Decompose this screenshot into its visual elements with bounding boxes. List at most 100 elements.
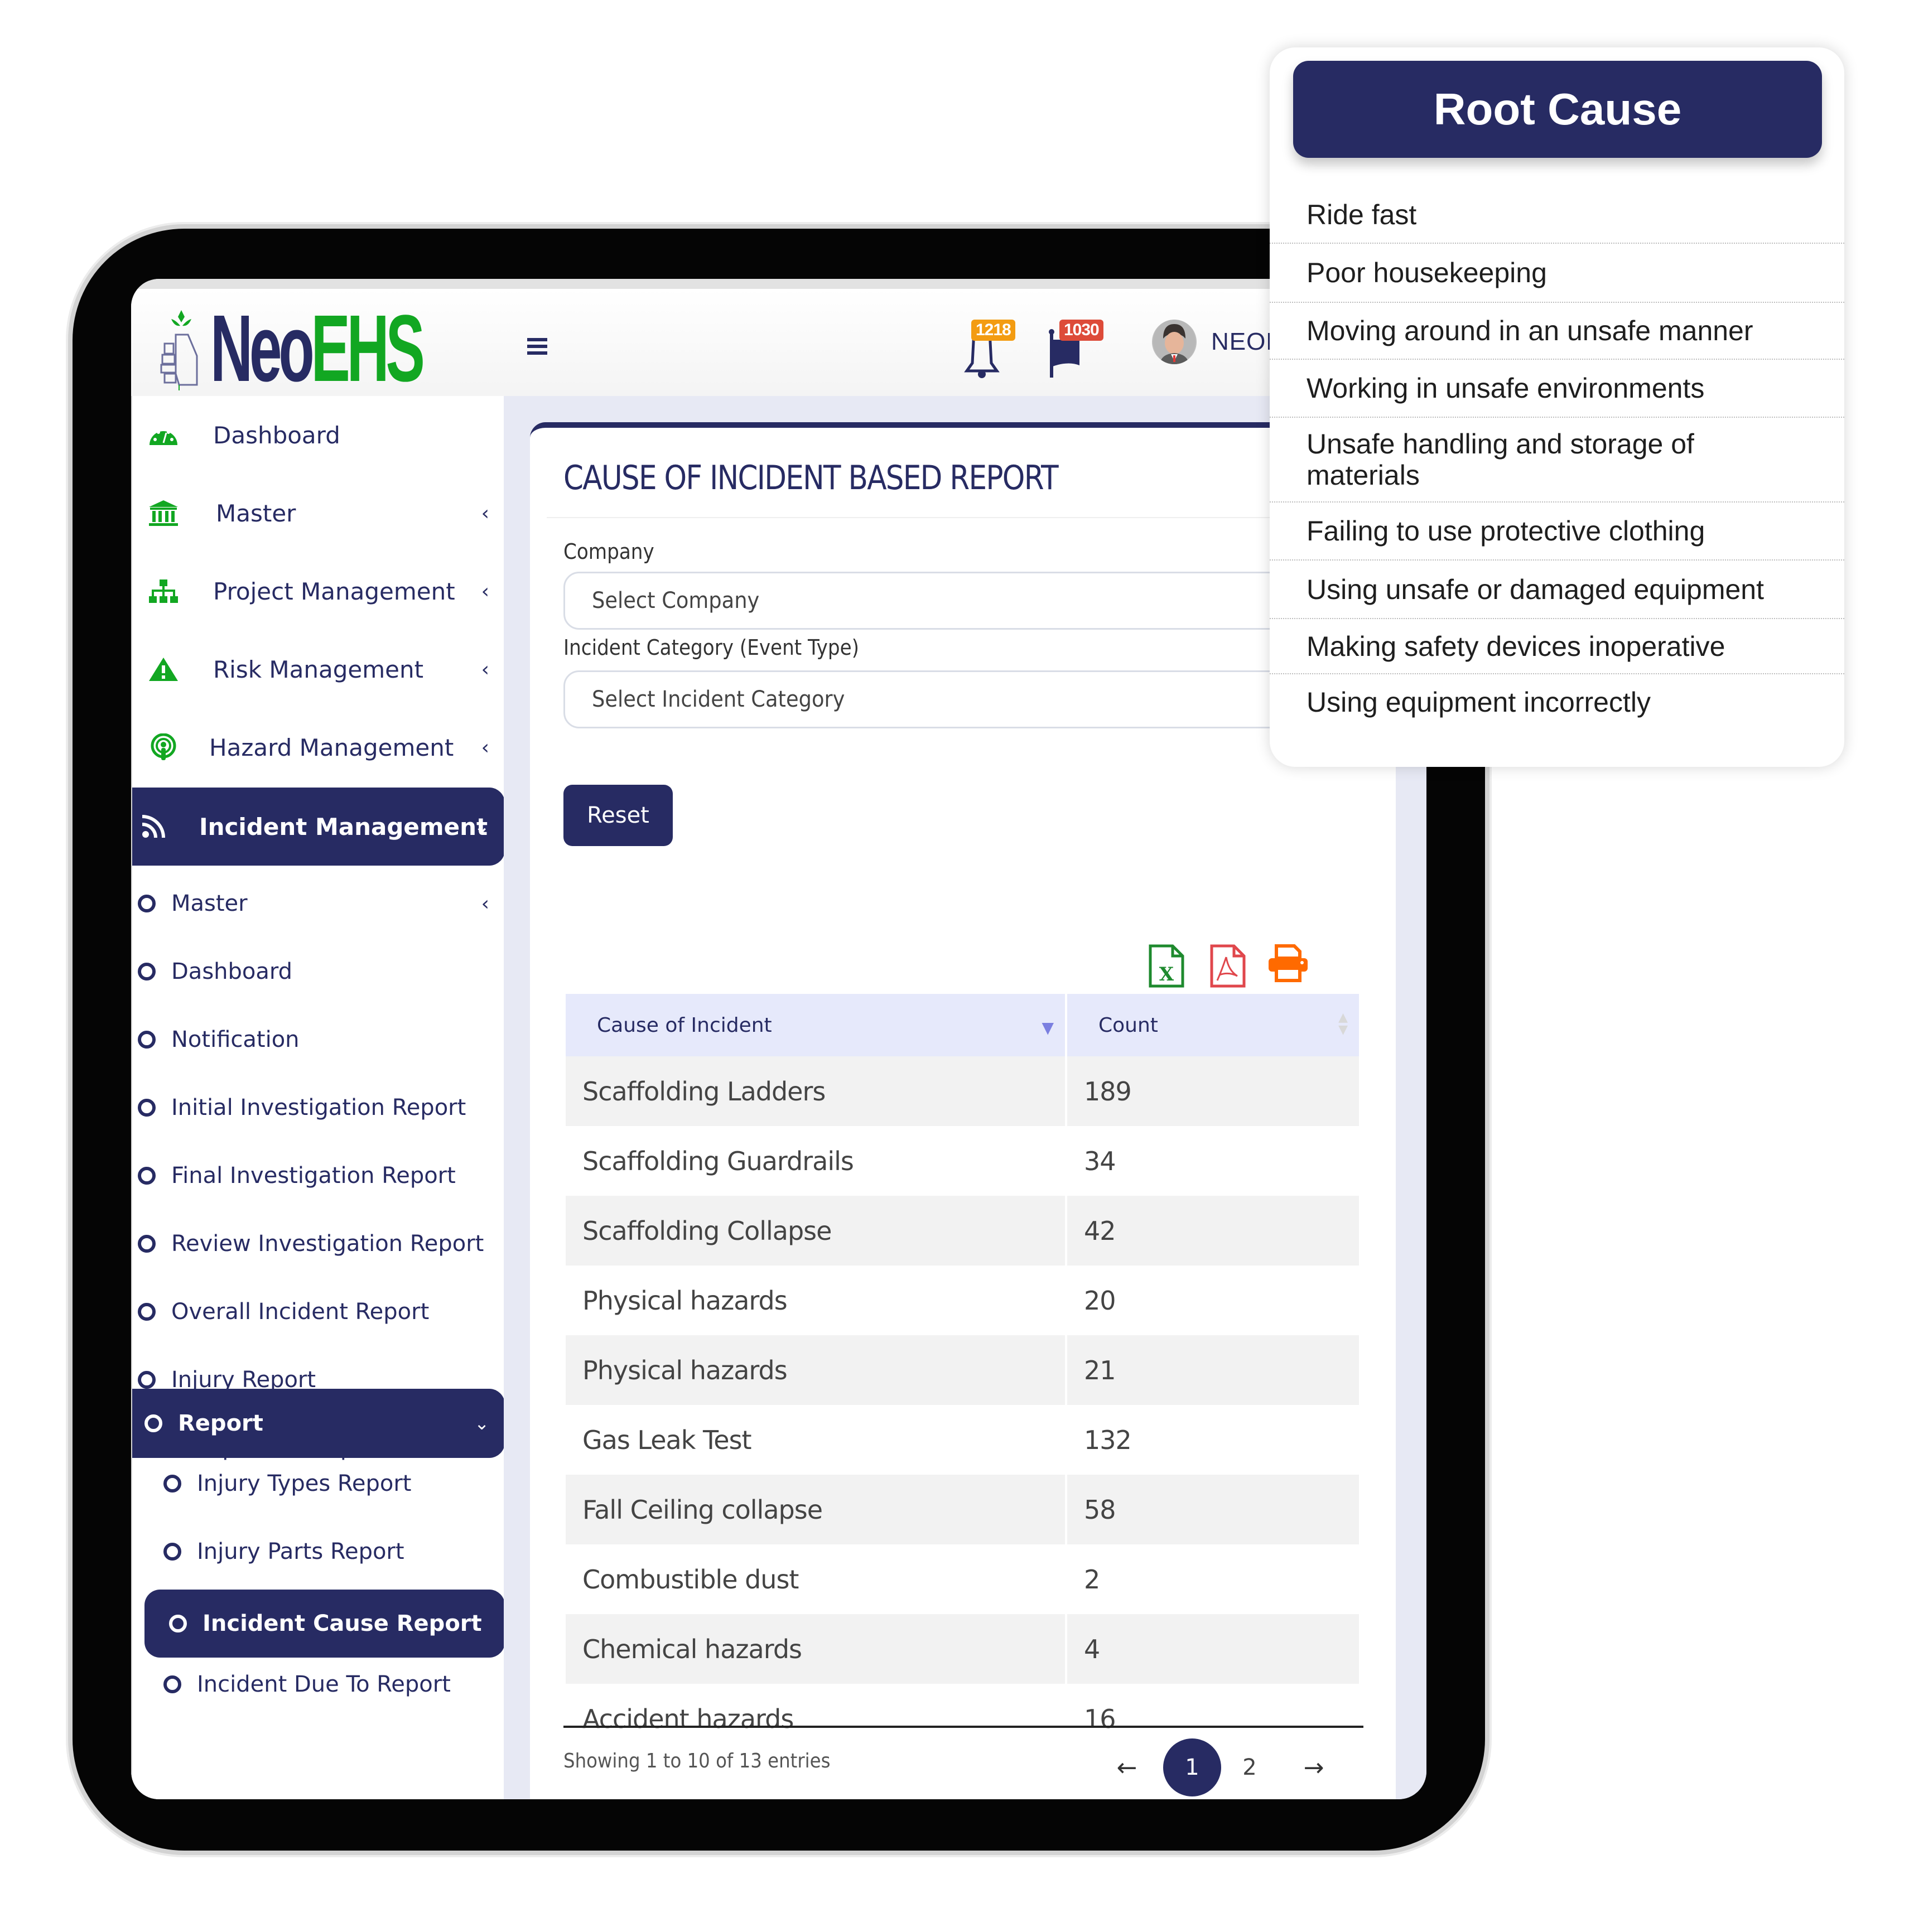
podcast-icon	[148, 732, 179, 763]
circle-icon	[138, 1099, 156, 1117]
sidebar-subitem-label: Final Investigation Report	[171, 1163, 456, 1189]
count-cell: 2	[1067, 1544, 1359, 1614]
count-cell: 58	[1067, 1475, 1359, 1544]
rss-icon	[138, 811, 169, 842]
pdf-export-button[interactable]	[1209, 944, 1246, 988]
root-cause-item: Moving around in an unsafe manner	[1270, 303, 1844, 360]
circle-icon	[163, 1675, 181, 1693]
pagination-next[interactable]: →	[1297, 1738, 1330, 1796]
sidebar-subitem[interactable]: Injury Types Report	[132, 1456, 505, 1511]
root-cause-item: Unsafe handling and storage of materials	[1270, 418, 1844, 503]
sort-both-icon: ▲ ▼	[1338, 1011, 1348, 1037]
flags-button[interactable]: 1030	[1046, 320, 1103, 381]
chevron-down-icon: ⌄	[474, 816, 489, 837]
circle-icon	[138, 1031, 156, 1049]
root-cause-item: Poor housekeeping	[1270, 244, 1844, 303]
table-row: Physical hazards 21	[566, 1335, 1359, 1405]
sidebar-subitem-label: Injury Types Report	[197, 1471, 412, 1496]
sidebar-subitem-label: Incident Cause Report	[203, 1611, 482, 1636]
brand-ehs: EHS	[311, 296, 425, 402]
chevron-left-icon: ‹	[481, 892, 489, 915]
cause-cell: Scaffolding Guardrails	[566, 1126, 1065, 1196]
sidebar-subitem[interactable]: Notification	[132, 1012, 505, 1068]
sidebar-subitem[interactable]: Master ‹	[132, 876, 505, 931]
circle-icon	[138, 1235, 156, 1253]
bank-icon	[148, 498, 179, 529]
chevron-down-icon: ⌄	[474, 1413, 489, 1434]
table-row: Gas Leak Test 132	[566, 1405, 1359, 1475]
sidebar-item-master[interactable]: Master ‹	[132, 474, 505, 552]
sidebar-subitem[interactable]: Dashboard	[132, 944, 505, 999]
sidebar-subitem[interactable]: Initial Investigation Report	[132, 1080, 505, 1136]
cause-table: Cause of Incident ▼ Count ▲ ▼ Scaffolding…	[563, 994, 1361, 1754]
pagination-page-1[interactable]: 1	[1163, 1738, 1221, 1796]
sidebar-subitem-label: Master	[171, 891, 248, 916]
cause-cell: Accident hazards	[566, 1684, 1065, 1754]
chevron-left-icon: ‹	[481, 658, 489, 681]
menu-toggle-button[interactable]	[527, 338, 547, 355]
sidebar-subitem[interactable]: Injury Parts Report	[132, 1524, 505, 1580]
sidebar-subitem[interactable]: Overall Incident Report	[132, 1284, 505, 1340]
app-screen: NeoEHS 1218 1030 NEOEI Dashboard Master …	[131, 279, 1426, 1799]
notifications-button[interactable]: 1218	[957, 320, 1015, 381]
report-panel: CAUSE OF INCIDENT BASED REPORT Company S…	[530, 422, 1400, 1799]
incident-category-label: Incident Category (Event Type)	[563, 635, 859, 660]
circle-icon	[144, 1414, 162, 1432]
sidebar-item-incident-management[interactable]: Incident Management ⌄	[132, 788, 505, 866]
sidebar-subitem[interactable]: Incident Due To Report	[132, 1656, 505, 1712]
sidebar-item-label: Master	[216, 499, 296, 527]
sidebar-subitem-label: Injury Parts Report	[197, 1539, 404, 1564]
sidebar-subitem-label: Overall Incident Report	[171, 1299, 430, 1325]
brand-name: NeoEHS	[210, 301, 425, 396]
chevron-left-icon: ‹	[481, 579, 489, 603]
excel-export-button[interactable]: X	[1148, 944, 1185, 988]
notifications-badge: 1218	[971, 320, 1015, 341]
root-cause-item: Failing to use protective clothing	[1270, 503, 1844, 561]
cause-cell: Scaffolding Collapse	[566, 1196, 1065, 1266]
pagination-page-2[interactable]: 2	[1233, 1738, 1266, 1796]
menu-icon-bar	[527, 351, 547, 355]
circle-icon	[163, 1475, 181, 1493]
column-header-cause[interactable]: Cause of Incident ▼	[566, 994, 1065, 1056]
avatar[interactable]	[1152, 320, 1197, 364]
root-cause-card: Root Cause Ride fast Poor housekeeping Mov…	[1270, 47, 1844, 767]
sidebar-subitem-label: Review Investigation Report	[171, 1231, 484, 1257]
sidebar-subitem-label: Notification	[171, 1027, 300, 1052]
reset-button[interactable]: Reset	[563, 785, 673, 846]
table-row: Scaffolding Guardrails 34	[566, 1126, 1359, 1196]
sidebar-subitem[interactable]: Final Investigation Report	[132, 1148, 505, 1204]
circle-icon	[169, 1615, 187, 1632]
pdf-export-icon	[1210, 944, 1246, 988]
count-cell: 189	[1067, 1056, 1359, 1126]
sidebar-item-hazard-management[interactable]: Hazard Management ‹	[132, 708, 505, 786]
sidebar-item-risk-management[interactable]: Risk Management ‹	[132, 630, 505, 708]
table-row: Combustible dust 2	[566, 1544, 1359, 1614]
table-bottom-rule	[563, 1726, 1363, 1728]
company-select-placeholder: Select Company	[592, 588, 760, 614]
sitemap-icon	[148, 576, 179, 607]
root-cause-item: Using equipment incorrectly	[1307, 687, 1651, 718]
brand-logo[interactable]: NeoEHS	[159, 301, 551, 396]
table-row: Scaffolding Collapse 42	[566, 1196, 1359, 1266]
incident-category-placeholder: Select Incident Category	[592, 687, 845, 712]
page-title: CAUSE OF INCIDENT BASED REPORT	[563, 458, 1059, 498]
sidebar-subitem-active[interactable]: Incident Cause Report	[144, 1590, 505, 1658]
chevron-left-icon: ‹	[481, 736, 489, 759]
circle-icon	[138, 1371, 156, 1389]
circle-icon	[163, 1543, 181, 1561]
sidebar-item-dashboard[interactable]: Dashboard	[132, 396, 505, 474]
table-header-row: Cause of Incident ▼ Count ▲ ▼	[566, 994, 1359, 1056]
sidebar-subitem-label: Dashboard	[171, 959, 293, 984]
table-row: Chemical hazards 4	[566, 1614, 1359, 1684]
chevron-left-icon: ‹	[481, 501, 489, 525]
sidebar-item-report[interactable]: Report ⌄	[132, 1389, 505, 1458]
pagination-prev[interactable]: ←	[1110, 1738, 1144, 1796]
dashboard-gauge-icon	[148, 419, 179, 451]
sidebar-subitem[interactable]: Review Investigation Report	[132, 1216, 505, 1272]
sidebar-item-project-management[interactable]: Project Management ‹	[132, 552, 505, 630]
menu-icon-bar	[527, 345, 547, 348]
column-header-label: Count	[1098, 1013, 1158, 1037]
table-info: Showing 1 to 10 of 13 entries	[563, 1750, 831, 1772]
column-header-count[interactable]: Count ▲ ▼	[1067, 994, 1359, 1056]
print-button[interactable]	[1267, 944, 1309, 988]
